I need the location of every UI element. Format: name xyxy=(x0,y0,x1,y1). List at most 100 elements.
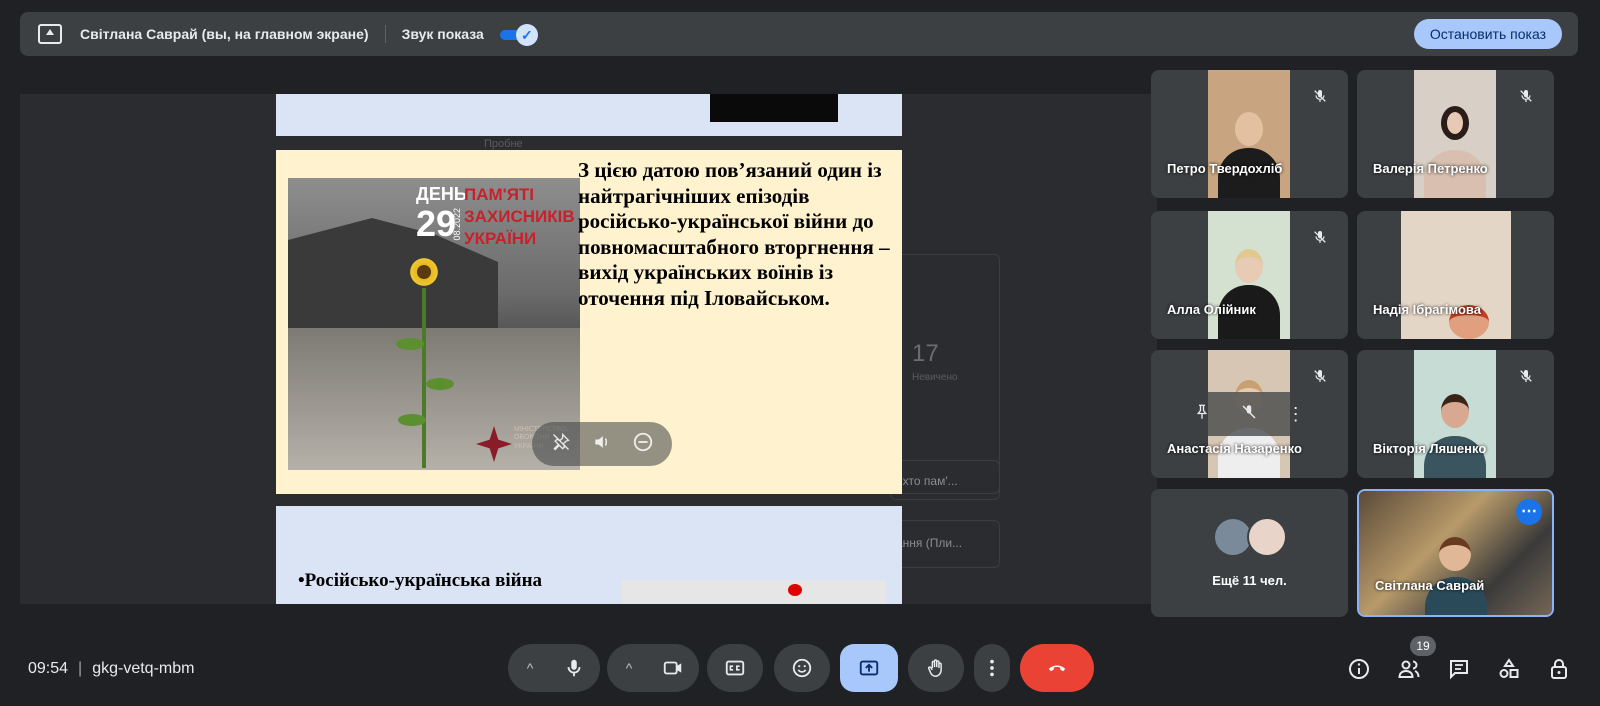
participant-video xyxy=(1208,211,1290,339)
host-controls-lock-icon[interactable] xyxy=(1546,656,1572,682)
tile-hover-controls: ⋮ xyxy=(1179,392,1319,436)
present-icon xyxy=(859,660,879,676)
poster-line-3: УКРАЇНИ xyxy=(464,229,537,248)
sunflower-stem xyxy=(422,288,426,468)
person-face xyxy=(1441,394,1469,428)
shared-screen: Пробне 17 Невичено , хто пам'... ання (П… xyxy=(20,94,1157,604)
background-text: Пробне xyxy=(484,138,523,150)
audio-control-group: ^ xyxy=(508,644,600,692)
present-screen-button[interactable] xyxy=(840,644,898,692)
participant-tile[interactable]: Вікторія Ляшенко xyxy=(1357,350,1554,478)
activities-icon[interactable] xyxy=(1496,656,1522,682)
participant-tile[interactable]: Алла Олійник xyxy=(1151,211,1348,339)
participant-tile[interactable]: ⋮ Анастасія Назаренко xyxy=(1151,350,1348,478)
participant-name: Вікторія Ляшенко xyxy=(1373,441,1487,456)
person-face xyxy=(1235,249,1263,283)
video-control-group: ^ xyxy=(607,644,699,692)
participant-avatars xyxy=(1213,517,1293,559)
person-face xyxy=(1439,537,1471,571)
participant-name: Алла Олійник xyxy=(1167,302,1256,317)
camera-icon[interactable] xyxy=(649,657,697,679)
leave-call-button[interactable] xyxy=(1020,644,1094,692)
share-sound-toggle[interactable]: ✓ xyxy=(499,24,538,46)
video-options-chevron-icon[interactable]: ^ xyxy=(609,660,649,676)
participant-name: Світлана Саврай xyxy=(1375,578,1485,593)
participant-name: Валерія Петренко xyxy=(1373,161,1488,176)
self-tile[interactable]: ⋯ Світлана Саврай xyxy=(1357,489,1554,617)
hand-icon xyxy=(928,659,942,677)
participant-tile[interactable]: Петро Твердохліб xyxy=(1151,70,1348,198)
participant-video xyxy=(1208,70,1290,198)
screen-tile-controls xyxy=(532,422,672,466)
presenter-label: Світлана Саврай (вы, на главном экране) xyxy=(80,26,369,42)
mic-off-icon xyxy=(1514,364,1538,388)
leaf xyxy=(426,378,454,390)
people-icon[interactable] xyxy=(1396,656,1422,682)
audio-options-chevron-icon[interactable]: ^ xyxy=(510,660,550,676)
more-vertical-icon xyxy=(990,659,994,677)
participant-name: Надія Ібрагімова xyxy=(1373,302,1481,317)
hang-up-icon xyxy=(1048,665,1066,672)
slide-paragraph: З цією датою пов’язаний один із найтрагі… xyxy=(578,158,890,310)
participant-name: Петро Твердохліб xyxy=(1167,161,1283,176)
participant-tile[interactable]: Надія Ібрагімова xyxy=(1357,211,1554,339)
poster-day: ДЕНЬ xyxy=(416,184,467,204)
poster-number: 29 xyxy=(416,203,457,244)
banner-divider xyxy=(384,25,386,43)
chat-icon[interactable] xyxy=(1446,656,1472,682)
participant-count-badge: 19 xyxy=(1410,636,1436,656)
background-text: , хто пам'... xyxy=(896,474,958,488)
more-participants-tile[interactable]: Ещё 11 чел. xyxy=(1151,489,1348,617)
pin-icon[interactable] xyxy=(1193,403,1211,426)
background-text: ання (Пли... xyxy=(896,536,963,550)
divider: | xyxy=(78,660,83,677)
mic-off-icon xyxy=(1308,84,1332,108)
person-face xyxy=(1441,106,1469,140)
person-face xyxy=(1235,112,1263,146)
more-options-button[interactable] xyxy=(974,644,1010,692)
emoji-icon xyxy=(792,658,812,678)
poster-line-1: ПАМ'ЯТІ xyxy=(464,185,535,204)
participant-video xyxy=(1414,350,1496,478)
meeting-info: 09:54 | gkg-vetq-mbm xyxy=(28,660,194,678)
participant-video xyxy=(1401,211,1511,339)
slide-previous xyxy=(276,94,902,136)
participant-video xyxy=(1414,70,1496,198)
leaf xyxy=(398,414,426,426)
unpin-icon[interactable] xyxy=(547,432,575,457)
slide-image xyxy=(710,94,838,122)
background-number: 17 xyxy=(912,340,939,367)
check-icon: ✓ xyxy=(515,24,538,46)
mic-off-icon xyxy=(1514,84,1538,108)
stop-presenting-button[interactable]: Остановить показ xyxy=(1413,19,1562,49)
meeting-details-icon[interactable] xyxy=(1346,656,1372,682)
share-sound-label: Звук показа xyxy=(401,26,484,42)
remove-icon[interactable] xyxy=(629,431,657,458)
leaf xyxy=(396,338,424,350)
captions-button[interactable] xyxy=(707,644,763,692)
current-time: 09:54 xyxy=(28,660,69,677)
raise-hand-button[interactable] xyxy=(908,644,964,692)
background-document: Пробне 17 Невичено , хто пам'... ання (П… xyxy=(484,94,1157,604)
present-screen-icon xyxy=(38,24,62,44)
slide-bullet: •Російсько-українська війна xyxy=(298,570,543,591)
slide-image xyxy=(622,580,886,604)
mute-for-all-icon[interactable] xyxy=(1240,403,1258,426)
avatar xyxy=(1247,517,1287,557)
volume-icon[interactable] xyxy=(588,432,616,457)
meeting-code: gkg-vetq-mbm xyxy=(92,660,195,677)
memorial-poster-image: ДЕНЬ 29 08.2022 ПАМ'ЯТІ ЗАХИСНИКІВ УКРАЇ… xyxy=(288,178,580,470)
reactions-button[interactable] xyxy=(774,644,830,692)
participant-tile[interactable]: Валерія Петренко xyxy=(1357,70,1554,198)
background-text: Невичено xyxy=(912,372,958,383)
captions-icon xyxy=(725,660,745,676)
poster-line-2: ЗАХИСНИКІВ xyxy=(464,207,575,226)
more-options-icon[interactable]: ⋮ xyxy=(1287,404,1305,425)
poster-date: 08.2022 xyxy=(452,208,462,241)
mic-off-icon xyxy=(1308,225,1332,249)
participant-name: Анастасія Назаренко xyxy=(1167,441,1302,456)
presenting-banner: Світлана Саврай (вы, на главном экране) … xyxy=(20,12,1578,56)
sunflower-icon xyxy=(408,256,440,288)
microphone-icon[interactable] xyxy=(550,657,598,679)
self-more-icon[interactable]: ⋯ xyxy=(1516,499,1542,525)
